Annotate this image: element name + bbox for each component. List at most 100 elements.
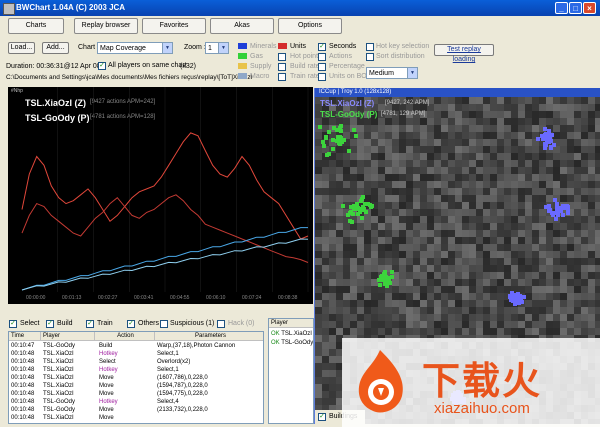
- x-tick-label: 00:01:13: [62, 295, 82, 301]
- map-player2-name: TSL-GoOdy (P): [320, 110, 378, 119]
- select-filter-checkbox[interactable]: ✓: [9, 320, 17, 328]
- table-row[interactable]: 00:10:47 TSL-GoOdy Build Warp,(37,18),Photo…: [9, 342, 263, 350]
- cell-params: Select,1: [157, 351, 179, 357]
- sort-distribution-label: Sort distribution: [376, 53, 425, 60]
- actions-checkbox[interactable]: [318, 53, 326, 61]
- table-row[interactable]: 00:10:48 TSL.XiaOzI Move: [9, 414, 263, 422]
- cell-action: Hotkey: [99, 399, 118, 405]
- replay-path: C:\Documents and Settings\jca\Mes docume…: [6, 74, 253, 81]
- table-row[interactable]: 00:10:48 TSL.XiaOzI Move (1594,787),0,228,0: [9, 382, 263, 390]
- train-rate-checkbox[interactable]: [278, 73, 286, 81]
- suspicious-filter-label: Suspicious (1): [170, 320, 215, 327]
- table-row[interactable]: 00:10:48 TSL.XiaOzI Move (1594,775),0,228,0: [9, 390, 263, 398]
- zoom-select[interactable]: 1 ▼: [205, 42, 229, 54]
- cell-time: 00:10:48: [11, 351, 35, 357]
- minimize-button[interactable]: _: [555, 2, 568, 14]
- close-button[interactable]: ×: [583, 2, 596, 14]
- gas-label[interactable]: Gas: [250, 53, 263, 60]
- units-on-bo-checkbox[interactable]: [318, 73, 326, 81]
- player-name: TSL.XiaOzI: [281, 331, 312, 337]
- cell-time: 00:10:48: [11, 399, 35, 405]
- test-replay-button[interactable]: Test replay loading: [434, 44, 494, 63]
- cell-time: 00:10:47: [11, 343, 35, 349]
- tab-akas[interactable]: Akas: [210, 18, 274, 34]
- map-header: ICCup | Troy 1.0 (128x128): [315, 88, 600, 97]
- duration-text: Duration: 00:36:31@12 Apr 08: [6, 63, 101, 70]
- app-icon: [3, 3, 15, 15]
- cell-action: Build: [99, 343, 113, 349]
- train-filter-checkbox[interactable]: ✓: [86, 320, 94, 328]
- cell-player: TSL.XiaOzI: [43, 359, 74, 365]
- table-row[interactable]: 00:10:48 TSL.XiaOzI Move (1607,786),0,228,0: [9, 374, 263, 382]
- others-filter-checkbox[interactable]: ✓: [127, 320, 135, 328]
- cell-time: 00:10:48: [11, 415, 35, 421]
- seconds-label: Seconds: [329, 43, 357, 50]
- player-list[interactable]: Player OK TSL.XiaOzI OK TSL-GoOdy: [268, 318, 314, 424]
- actions-label: Actions: [329, 53, 352, 60]
- maximize-button[interactable]: □: [569, 2, 582, 14]
- tab-replay-browser[interactable]: Replay browser: [74, 18, 138, 34]
- hot-key-selection-checkbox[interactable]: [366, 43, 374, 51]
- tab-options[interactable]: Options: [278, 18, 342, 34]
- build-rate-checkbox[interactable]: [278, 63, 286, 71]
- sort-distribution-checkbox[interactable]: [366, 53, 374, 61]
- add-button[interactable]: Add...: [42, 42, 69, 54]
- col-action[interactable]: Action: [95, 332, 155, 341]
- supply-color-swatch: [238, 63, 247, 69]
- table-row[interactable]: 00:10:48 TSL-GoOdy Hotkey Select,4: [9, 398, 263, 406]
- actions-table[interactable]: Time Player Action Parameters 00:10:47 TS…: [8, 331, 264, 424]
- flame-logo-icon: [358, 350, 403, 413]
- cell-player: TSL-GoOdy: [43, 343, 76, 349]
- map-title: ICCup | Troy 1.0 (128x128): [319, 89, 392, 95]
- load-button[interactable]: Load...: [8, 42, 35, 54]
- hot-points-label: Hot points: [290, 53, 322, 60]
- macro-label[interactable]: Macro: [250, 73, 269, 80]
- quality-select[interactable]: Medium ▼: [366, 67, 418, 79]
- table-row[interactable]: 00:10:48 TSL.XiaOzI Select Overlord(x2): [9, 358, 263, 366]
- watermark-brand: 下载火: [422, 361, 543, 403]
- seconds-checkbox[interactable]: ✓: [318, 43, 326, 51]
- hot-points-checkbox[interactable]: [278, 53, 286, 61]
- table-row[interactable]: 00:10:48 TSL.XiaOzI Hotkey Select,1: [9, 366, 263, 374]
- gas-color-swatch: [238, 53, 247, 59]
- select-filter-label: Select: [20, 320, 40, 327]
- chart-type-value: Map Coverage: [100, 45, 146, 52]
- col-player[interactable]: Player: [41, 332, 95, 341]
- cell-time: 00:10:48: [11, 407, 35, 413]
- buildings-checkbox[interactable]: ✓: [318, 413, 326, 421]
- chart-type-select[interactable]: Map Coverage ▼: [97, 42, 173, 54]
- player-status: OK: [271, 331, 280, 337]
- zoom-value: 1: [208, 45, 212, 52]
- watermark-url: xiazaihuo.com: [434, 400, 530, 417]
- supply-label[interactable]: Supply: [250, 63, 271, 70]
- cell-action: Move: [99, 415, 114, 421]
- hack-filter-label: Hack (0): [228, 320, 255, 327]
- all-players-checkbox[interactable]: ✓: [98, 62, 106, 70]
- player-list-item[interactable]: OK TSL.XiaOzI: [271, 331, 312, 337]
- tab-charts[interactable]: Charts: [8, 18, 64, 34]
- player-list-item[interactable]: OK TSL-GoOdy: [271, 340, 313, 346]
- units-label[interactable]: Units: [290, 43, 306, 50]
- cell-player: TSL.XiaOzI: [43, 367, 74, 373]
- x-tick-label: 00:02:27: [98, 295, 118, 301]
- x-axis-ticks: 00:00:00 00:01:13 00:02:27 00:03:41 00:04:55…: [8, 295, 313, 304]
- cell-params: Select,4: [157, 399, 179, 405]
- chevron-down-icon: ▼: [218, 43, 228, 53]
- table-row[interactable]: 00:10:48 TSL.XiaOzI Hotkey Select,1: [9, 350, 263, 358]
- build-filter-checkbox[interactable]: ✓: [46, 320, 54, 328]
- percentage-checkbox[interactable]: [318, 63, 326, 71]
- cell-time: 00:10:48: [11, 375, 35, 381]
- minerals-label[interactable]: Minerals: [250, 43, 276, 50]
- map-player1-stats: [9427, 242 APM]: [385, 100, 430, 106]
- suspicious-filter-checkbox[interactable]: [160, 320, 168, 328]
- cell-action: Move: [99, 407, 114, 413]
- table-row[interactable]: 00:10:48 TSL-GoOdy Move (2133,732),0,228,0: [9, 406, 263, 414]
- col-time[interactable]: Time: [9, 332, 41, 341]
- cell-player: TSL-GoOdy: [43, 407, 76, 413]
- col-parameters[interactable]: Parameters: [155, 332, 263, 341]
- quality-value: Medium: [369, 70, 394, 77]
- hack-filter-checkbox[interactable]: [217, 320, 225, 328]
- chart-label: Chart: [78, 44, 96, 51]
- tab-favorites[interactable]: Favorites: [142, 18, 206, 34]
- window-title: BWChart 1.04A (C) 2003 JCA: [16, 3, 126, 12]
